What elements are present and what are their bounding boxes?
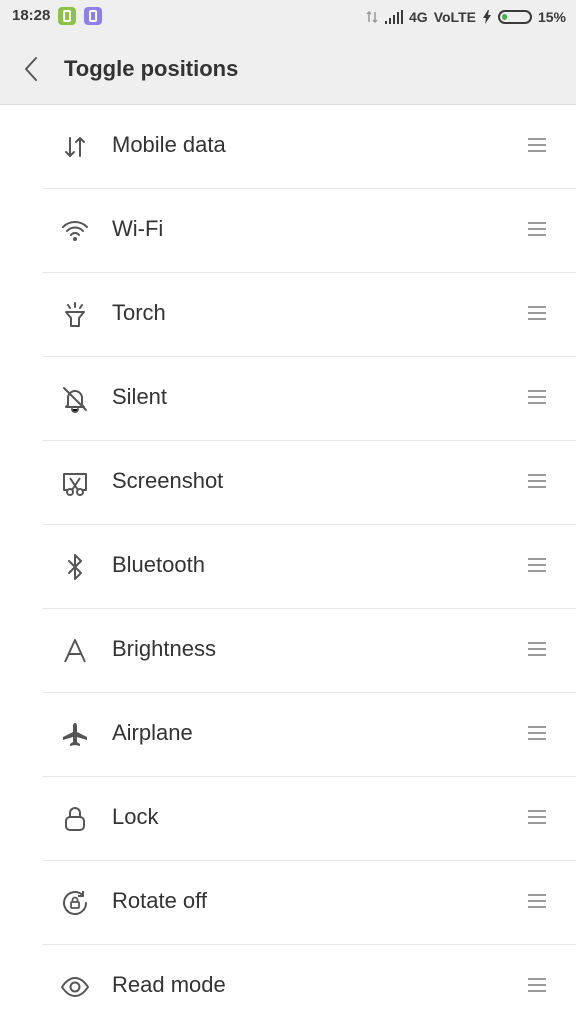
toggle-label: Wi-Fi (112, 216, 164, 241)
back-button[interactable] (20, 56, 44, 82)
page-title: Toggle positions (64, 56, 239, 81)
charging-icon (482, 10, 491, 24)
toggle-row-airplane[interactable]: Airplane (42, 693, 576, 777)
toggle-label: Screenshot (112, 468, 224, 493)
airplane-icon (60, 720, 90, 750)
toggle-label: Read mode (112, 972, 226, 997)
mobile-data-icon (60, 132, 90, 162)
drag-handle-icon[interactable] (528, 978, 546, 994)
toggle-row-torch[interactable]: Torch (42, 273, 576, 357)
rotate-off-icon (60, 888, 90, 918)
brightness-icon (60, 636, 90, 666)
bluetooth-icon (60, 552, 90, 582)
data-transfer-icon (366, 10, 378, 24)
drag-handle-icon[interactable] (528, 474, 546, 490)
drag-handle-icon[interactable] (528, 642, 546, 658)
drag-handle-icon[interactable] (528, 390, 546, 406)
read-mode-icon (60, 972, 90, 1002)
signal-icon (385, 10, 404, 24)
toggle-row-mobile-data[interactable]: Mobile data (42, 105, 576, 189)
back-arrow-icon (25, 57, 37, 81)
wifi-icon (60, 216, 90, 246)
drag-handle-icon[interactable] (528, 306, 546, 322)
status-bar: 18:28 4G VoLTE 15% (0, 0, 576, 34)
toggle-list: Mobile data Wi-Fi Torch Silent Screensho… (0, 105, 576, 1028)
toggle-row-lock[interactable]: Lock (42, 777, 576, 861)
toggle-row-bluetooth[interactable]: Bluetooth (42, 525, 576, 609)
drag-handle-icon[interactable] (528, 222, 546, 238)
toggle-label: Bluetooth (112, 552, 205, 577)
drag-handle-icon[interactable] (528, 558, 546, 574)
toggle-row-read-mode[interactable]: Read mode (42, 945, 576, 1028)
notification-app-icon-2 (84, 7, 102, 25)
battery-percent: 15% (537, 9, 566, 25)
screenshot-icon (60, 468, 90, 498)
lock-icon (60, 804, 90, 834)
toggle-row-screenshot[interactable]: Screenshot (42, 441, 576, 525)
toggle-row-wifi[interactable]: Wi-Fi (42, 189, 576, 273)
drag-handle-icon[interactable] (528, 138, 546, 154)
toggle-label: Silent (112, 384, 168, 409)
status-time: 18:28 (12, 7, 51, 24)
status-right: 4G VoLTE 15% (365, 7, 566, 27)
app-header: Toggle positions (0, 34, 576, 105)
torch-icon (60, 300, 90, 330)
toggle-label: Rotate off (112, 888, 207, 913)
toggle-label: Lock (112, 804, 159, 829)
drag-handle-icon[interactable] (528, 810, 546, 826)
notification-app-icon (58, 7, 76, 25)
battery-icon (497, 10, 532, 24)
toggle-label: Brightness (112, 636, 216, 661)
volte-label: VoLTE (433, 9, 476, 25)
toggle-label: Mobile data (112, 132, 226, 157)
toggle-row-brightness[interactable]: Brightness (42, 609, 576, 693)
network-type: 4G (409, 9, 428, 25)
silent-icon (60, 384, 90, 414)
toggle-label: Torch (112, 300, 166, 325)
toggle-row-rotate-off[interactable]: Rotate off (42, 861, 576, 945)
toggle-label: Airplane (112, 720, 193, 745)
toggle-row-silent[interactable]: Silent (42, 357, 576, 441)
drag-handle-icon[interactable] (528, 894, 546, 910)
drag-handle-icon[interactable] (528, 726, 546, 742)
